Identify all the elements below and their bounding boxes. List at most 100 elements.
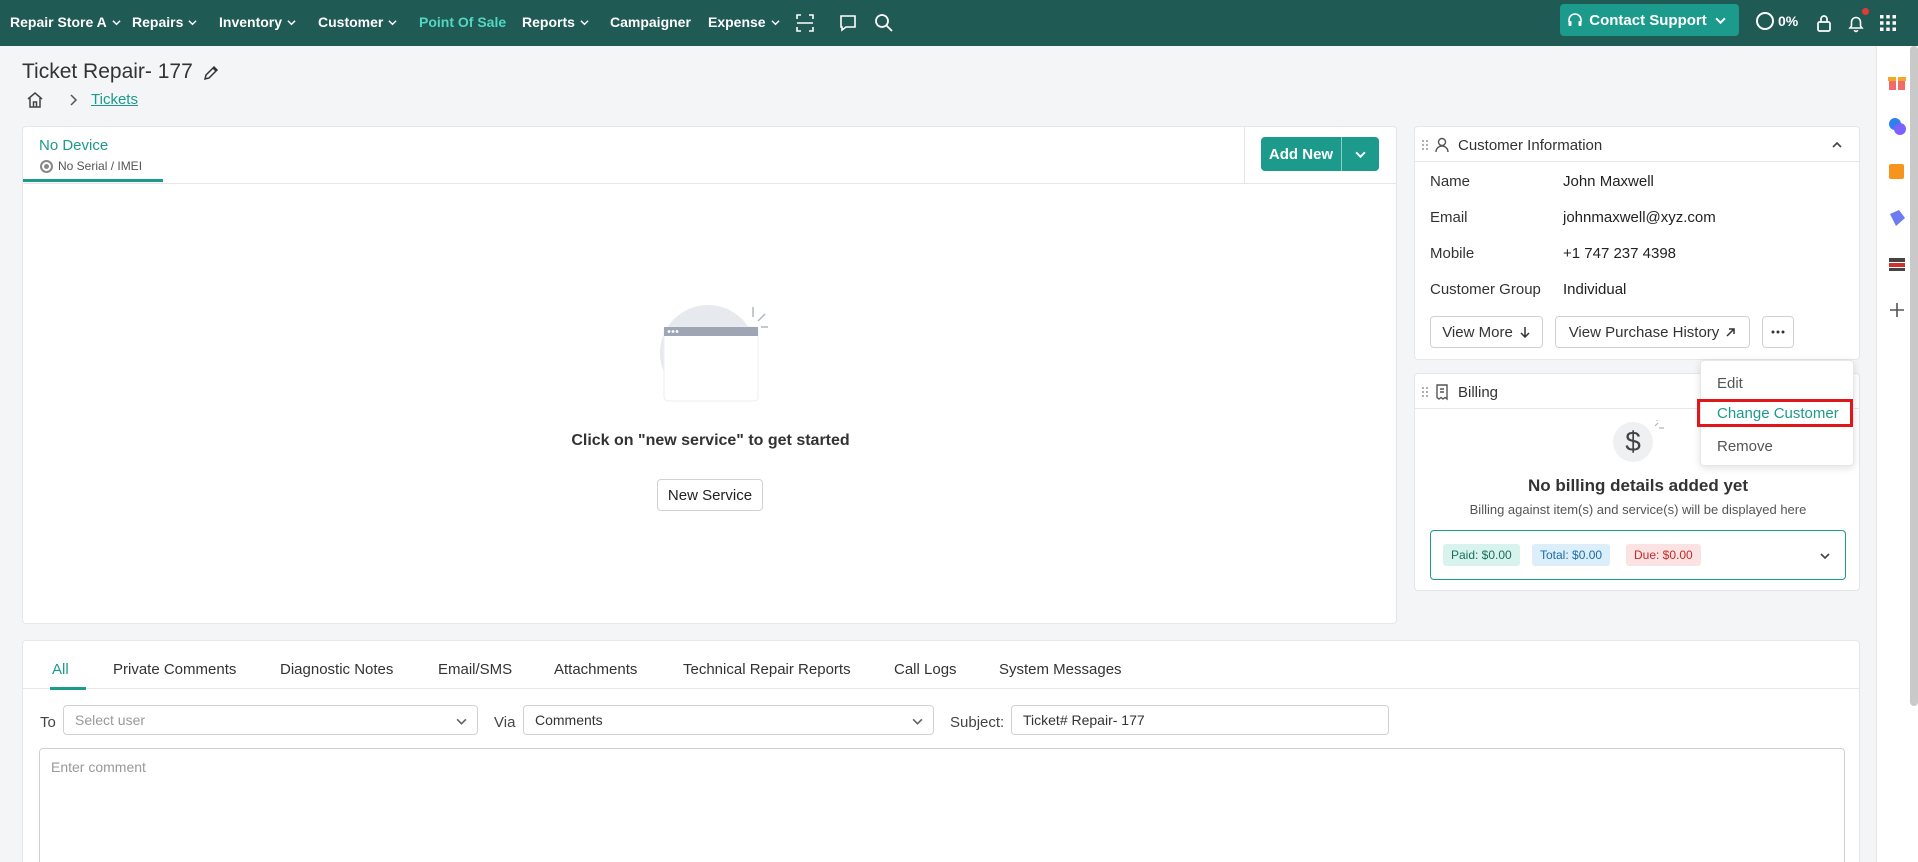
new-service-button[interactable]: New Service (657, 479, 763, 511)
tab-diagnostic-notes[interactable]: Diagnostic Notes (280, 661, 393, 678)
customer-info-title: Customer Information (1458, 137, 1603, 154)
view-more-label: View More (1442, 323, 1513, 341)
lock-icon[interactable] (1813, 12, 1835, 34)
chevron-up-icon[interactable] (1831, 139, 1843, 151)
nav-customer[interactable]: Customer (318, 14, 397, 30)
add-new-button[interactable]: Add New (1261, 146, 1341, 163)
store-name: Repair Store A (10, 14, 107, 30)
gift-icon[interactable] (1887, 72, 1907, 92)
external-link-icon (1726, 327, 1736, 337)
add-icon[interactable] (1887, 300, 1907, 320)
nav-repairs-label: Repairs (132, 14, 184, 30)
add-new-dropdown-toggle[interactable] (1342, 149, 1379, 160)
nav-reports-label: Reports (522, 14, 575, 30)
device-tab[interactable]: No Device No Serial / IMEI (23, 127, 163, 182)
chevron-down-icon (770, 19, 780, 25)
nav-repairs[interactable]: Repairs (132, 14, 197, 30)
device-name: No Device (39, 137, 109, 154)
bell-icon[interactable] (1845, 12, 1867, 34)
nav-inventory[interactable]: Inventory (219, 14, 296, 30)
nav-expense[interactable]: Expense (708, 14, 780, 30)
search-icon[interactable] (873, 12, 895, 34)
info-value-name: John Maxwell (1563, 173, 1654, 190)
info-label-mobile: Mobile (1430, 245, 1475, 262)
view-more-button[interactable]: View More (1430, 316, 1543, 348)
comment-textarea[interactable]: Enter comment (39, 748, 1845, 862)
tab-all[interactable]: All (52, 661, 69, 678)
chevron-down-icon (112, 19, 121, 25)
contact-support-button[interactable]: Contact Support (1560, 4, 1739, 36)
sticky-note-icon[interactable] (1887, 162, 1907, 182)
chevron-down-icon (1715, 17, 1726, 24)
card-stack-icon[interactable] (1887, 254, 1907, 274)
via-select[interactable]: Comments (523, 705, 934, 735)
nav-campaigner-label: Campaigner (610, 14, 691, 30)
tab-technical-repair-reports[interactable]: Technical Repair Reports (683, 661, 851, 678)
menu-item-change-customer[interactable]: Change Customer (1697, 399, 1853, 427)
headset-icon (1568, 13, 1583, 26)
device-serial: No Serial / IMEI (40, 159, 142, 173)
user-icon (1435, 137, 1449, 153)
drag-handle-icon[interactable] (1421, 386, 1429, 398)
page-title: Ticket Repair- 177 (22, 60, 193, 83)
nav-store-selector[interactable]: Repair Store A (10, 14, 121, 30)
more-options-button[interactable] (1762, 316, 1794, 348)
via-value: Comments (535, 712, 603, 728)
page-scrollbar[interactable] (1910, 46, 1918, 706)
communications-panel: All Private Comments Diagnostic Notes Em… (22, 640, 1860, 862)
total-badge: Total: $0.00 (1532, 544, 1611, 566)
subject-value: Ticket# Repair- 177 (1023, 712, 1145, 728)
view-purchase-history-button[interactable]: View Purchase History (1555, 316, 1750, 348)
info-value-customer-group: Individual (1563, 281, 1627, 298)
drag-handle-icon[interactable] (1421, 139, 1429, 151)
to-label: To (40, 714, 56, 731)
menu-item-remove[interactable]: Remove (1701, 432, 1855, 460)
receipt-icon (1436, 384, 1448, 401)
billing-empty-title: No billing details added yet (1527, 476, 1749, 495)
nav-point-of-sale[interactable]: Point Of Sale (419, 14, 506, 30)
to-user-placeholder: Select user (75, 712, 146, 728)
progress-value: 0% (1778, 13, 1799, 29)
notification-dot (1862, 8, 1869, 15)
home-icon[interactable] (26, 91, 44, 109)
empty-state-message: Click on "new service" to get started (571, 432, 850, 449)
nav-pos-label: Point Of Sale (419, 14, 507, 30)
edit-pencil-icon[interactable] (202, 64, 220, 82)
nav-reports[interactable]: Reports (522, 14, 589, 30)
nav-expense-label: Expense (708, 14, 766, 30)
breadcrumb-tickets-link[interactable]: Tickets (91, 91, 138, 108)
arrow-down-icon (1520, 327, 1530, 338)
device-services-panel: No Device No Serial / IMEI Add New Click… (22, 126, 1397, 624)
tag-icon[interactable] (1887, 208, 1907, 228)
customer-options-menu: Edit Change Customer Remove (1697, 360, 1855, 466)
scan-icon[interactable] (794, 12, 816, 34)
dollar-icon: $ (1613, 422, 1653, 462)
divider (1244, 127, 1245, 183)
comment-placeholder: Enter comment (51, 759, 146, 775)
chat-icon[interactable] (837, 12, 859, 34)
to-user-select[interactable]: Select user (63, 705, 478, 735)
sparkle-icon (1654, 420, 1664, 429)
nav-campaigner[interactable]: Campaigner (610, 14, 691, 30)
active-tab-indicator (50, 687, 86, 690)
chevron-down-icon (912, 718, 923, 725)
progress-indicator[interactable]: 0% (1756, 12, 1798, 30)
tab-system-messages[interactable]: System Messages (999, 661, 1122, 678)
empty-state-illustration (660, 305, 768, 402)
info-value-email: johnmaxwell@xyz.com (1563, 209, 1716, 226)
tab-private-comments[interactable]: Private Comments (113, 661, 236, 678)
info-label-name: Name (1430, 173, 1471, 190)
apps-grid-icon[interactable] (1877, 12, 1899, 34)
billing-summary-toggle[interactable]: Paid: $0.00 Total: $0.00 Due: $0.00 (1430, 530, 1846, 580)
chat-bubbles-icon[interactable] (1887, 116, 1907, 136)
paid-badge: Paid: $0.00 (1443, 544, 1520, 566)
tab-email-sms[interactable]: Email/SMS (438, 661, 512, 678)
billing-empty-subtitle: Billing against item(s) and service(s) w… (1469, 502, 1807, 517)
tab-call-logs[interactable]: Call Logs (894, 661, 957, 678)
customer-information-panel: Customer Information Name John Maxwell E… (1414, 126, 1860, 360)
communications-tabs: All Private Comments Diagnostic Notes Em… (23, 641, 1859, 690)
chevron-down-icon (188, 19, 197, 25)
menu-item-edit[interactable]: Edit (1701, 369, 1855, 397)
subject-input[interactable]: Ticket# Repair- 177 (1011, 705, 1389, 735)
tab-attachments[interactable]: Attachments (554, 661, 637, 678)
